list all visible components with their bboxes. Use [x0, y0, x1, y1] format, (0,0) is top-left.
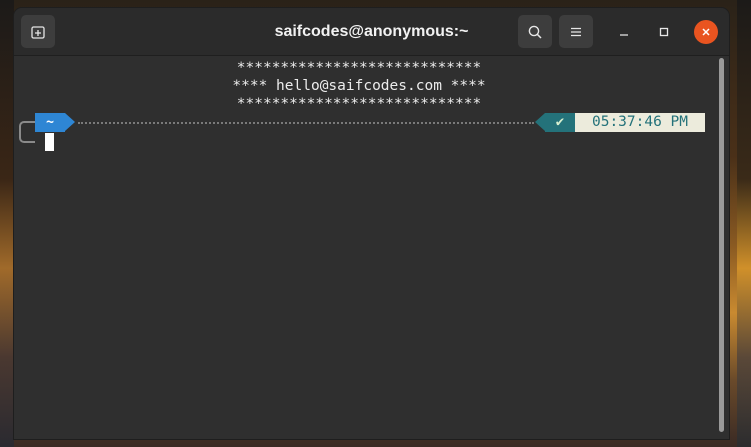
prompt-directory-arrow — [65, 113, 75, 131]
terminal-window: saifcodes@anonymous:~ ******************… — [14, 8, 729, 439]
new-tab-icon — [31, 25, 45, 39]
menu-button[interactable] — [559, 15, 593, 48]
banner-line: **************************** — [236, 96, 482, 112]
close-button[interactable] — [694, 20, 718, 44]
prompt-directory-segment: ~ — [35, 113, 65, 132]
prompt-connector — [19, 121, 35, 143]
search-icon — [528, 25, 542, 39]
banner-line: **** hello@saifcodes.com **** — [232, 78, 486, 94]
desktop-wallpaper-right — [737, 0, 751, 447]
banner-line: **************************** — [236, 60, 482, 76]
maximize-button[interactable] — [652, 20, 676, 44]
prompt-time-segment: 05:37:46 PM — [575, 113, 705, 132]
hamburger-menu-icon — [571, 27, 581, 36]
title-bar[interactable]: saifcodes@anonymous:~ — [14, 8, 729, 56]
minimize-icon — [620, 34, 628, 36]
minimize-button[interactable] — [612, 20, 636, 44]
terminal-cursor — [45, 133, 54, 151]
prompt-dotted-filler — [78, 122, 534, 124]
prompt-status-arrow — [535, 113, 545, 131]
desktop-wallpaper-left — [0, 0, 14, 447]
maximize-icon — [659, 27, 669, 37]
prompt-status-segment: ✔ — [545, 113, 575, 132]
new-tab-button[interactable] — [21, 15, 55, 48]
scrollbar[interactable] — [719, 58, 724, 432]
close-icon — [702, 28, 710, 36]
search-button[interactable] — [518, 15, 552, 48]
terminal-content[interactable]: **************************** **** hello@… — [14, 56, 729, 439]
